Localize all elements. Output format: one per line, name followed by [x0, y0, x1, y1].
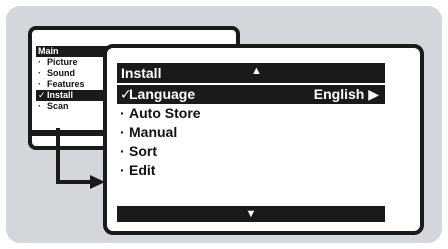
install-menu-window: Install ▲ ✓Language English ▶ · Auto Stor… — [103, 44, 424, 235]
install-menu-item-label: Edit — [129, 162, 156, 178]
install-menu-item-manual[interactable]: · Manual — [117, 123, 385, 142]
install-menu-item-label: Language — [129, 86, 196, 102]
install-menu-item-language[interactable]: ✓Language English ▶ — [117, 85, 385, 104]
install-menu-title: Install — [121, 65, 162, 81]
install-menu-item-auto-store[interactable]: · Auto Store — [117, 104, 385, 123]
scroll-down-arrow-icon[interactable]: ▼ — [246, 208, 257, 220]
install-menu-item-label: Sort — [129, 143, 157, 159]
bullet-icon: · — [120, 162, 125, 178]
install-menu-item-edit[interactable]: · Edit — [117, 161, 385, 180]
bullet-icon: · — [120, 143, 125, 159]
install-menu-header: Install ▲ — [117, 63, 385, 83]
language-value: English ▶ — [313, 86, 379, 102]
install-menu-item-label: Manual — [129, 124, 178, 140]
install-menu-item-label: Auto Store — [129, 105, 201, 121]
scroll-up-arrow-icon[interactable]: ▲ — [251, 65, 262, 77]
install-menu-footer: ▼ — [117, 206, 385, 222]
bullet-icon: · — [120, 105, 125, 121]
bullet-icon: · — [120, 124, 125, 140]
checkmark-icon: ✓ — [120, 86, 132, 102]
install-menu-list: ✓Language English ▶ · Auto Store · Manual … — [117, 85, 385, 180]
install-menu-item-sort[interactable]: · Sort — [117, 142, 385, 161]
